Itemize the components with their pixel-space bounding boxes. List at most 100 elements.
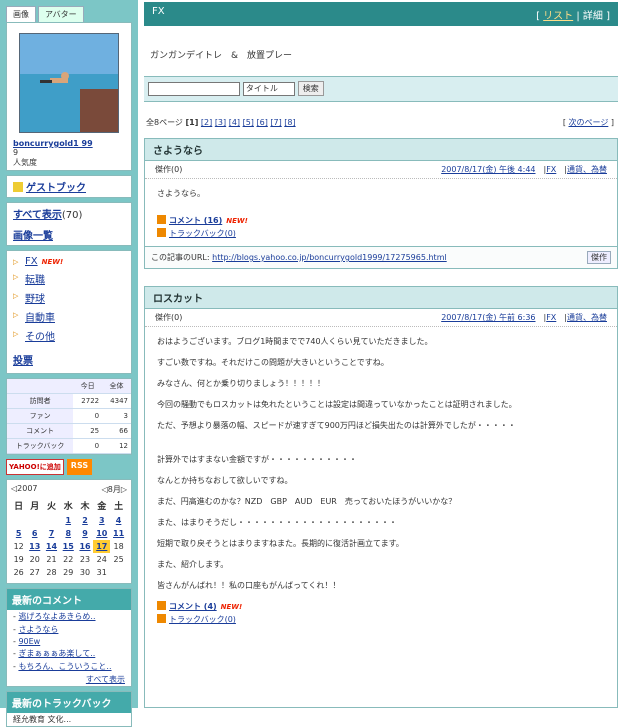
fav-count[interactable]: 傑作(0) xyxy=(155,312,182,323)
trackback-label[interactable]: トラックバック(0) xyxy=(169,615,236,624)
popularity-label: 人気度 xyxy=(13,158,37,167)
next-page-link[interactable]: 次のページ xyxy=(568,118,608,127)
calendar-day[interactable]: 11 xyxy=(110,527,127,540)
fav-button[interactable]: 傑作 xyxy=(587,251,611,264)
stats-cell: ファン xyxy=(7,408,74,424)
post-title[interactable]: ロスカット xyxy=(145,287,617,309)
cal-prev[interactable]: ◁2007 xyxy=(11,484,38,495)
calendar-day[interactable]: 2 xyxy=(77,514,94,527)
comment-label[interactable]: コメント (4) xyxy=(169,602,217,611)
calendar-day[interactable]: 6 xyxy=(26,527,43,540)
comment-item-label[interactable]: 逃げろなよあきらめ.. xyxy=(18,612,95,621)
category-label[interactable]: FX xyxy=(25,256,38,267)
image-list-label[interactable]: 画像一覧 xyxy=(13,231,53,242)
category-label[interactable]: その他 xyxy=(25,332,55,343)
post-category[interactable]: FX xyxy=(546,165,556,174)
comment-item[interactable]: - 逃げろなよあきらめ.. xyxy=(7,610,131,623)
comment-item[interactable]: - もちろん、こういうこと.. xyxy=(7,660,131,673)
trackback-label[interactable]: トラックバック(0) xyxy=(169,229,236,238)
calendar-day[interactable]: 16 xyxy=(77,540,94,553)
cal-month[interactable]: ◁8月▷ xyxy=(102,484,127,495)
category-label[interactable]: 転職 xyxy=(25,275,45,286)
recent-comments: 最新のコメント - 逃げろなよあきらめ.. - さようなら - 90Ew - ぎまぁぁ… xyxy=(6,588,132,687)
post-date[interactable]: 2007/8/17(金) 午後 4:44 xyxy=(441,165,535,174)
page-link[interactable]: [3] xyxy=(215,118,226,127)
page-title: FX xyxy=(152,6,165,17)
calendar-day[interactable]: 3 xyxy=(93,514,110,527)
detail-link[interactable]: 詳細 xyxy=(583,11,603,22)
comment-item-label[interactable]: さようなら xyxy=(18,625,58,634)
rss-button[interactable]: RSS xyxy=(66,459,93,475)
comment-item-label[interactable]: ぎまぁぁぁあ楽して.. xyxy=(18,649,95,658)
page-link[interactable]: [2] xyxy=(201,118,212,127)
post-label[interactable]: 投票 xyxy=(13,356,33,367)
post-date[interactable]: 2007/8/17(金) 午前 6:36 xyxy=(441,313,535,322)
list-link[interactable]: リスト xyxy=(543,11,573,22)
comment-item-label[interactable]: もちろん、こういうこと.. xyxy=(18,662,111,671)
show-all-label[interactable]: すべて表示 xyxy=(13,210,62,221)
username-link[interactable]: boncurrygold1 99 xyxy=(13,139,93,148)
calendar-day[interactable]: 9 xyxy=(77,527,94,540)
post-line: 計算外ではすまない金額ですが・・・・・・・・・・・ xyxy=(157,455,357,464)
calendar-day[interactable]: 13 xyxy=(26,540,43,553)
stats-box: 今日 全体 訪問者 2722 4347 ファン 0 3 コメント 25 66 トラックバック 0 12 xyxy=(6,378,132,455)
comment-link[interactable]: コメント (16) NEW! xyxy=(145,214,617,227)
page-link[interactable]: [6] xyxy=(256,118,267,127)
category-baseball[interactable]: 野球 xyxy=(7,288,131,307)
trackback-link[interactable]: トラックバック(0) xyxy=(145,227,617,240)
profile-tabs: 画像 アバター xyxy=(6,6,132,22)
image-list-link[interactable]: 画像一覧 xyxy=(7,224,131,245)
post-category2[interactable]: 通貨、為替 xyxy=(567,165,607,174)
guestbook-label[interactable]: ゲストブック xyxy=(26,183,86,194)
yahoo-add-button[interactable]: YAHOO!に追加 xyxy=(6,459,64,475)
profile-photo[interactable] xyxy=(19,33,119,133)
calendar-day[interactable]: 14 xyxy=(43,540,60,553)
calendar-day[interactable]: 7 xyxy=(43,527,60,540)
comment-item[interactable]: - ぎまぁぁぁあ楽して.. xyxy=(7,647,131,660)
category-label[interactable]: 野球 xyxy=(25,294,45,305)
post-line: すごい数ですね。それだけこの問題が大きいということですね。 xyxy=(157,358,389,367)
weekday: 土 xyxy=(114,502,124,512)
comment-label[interactable]: コメント (16) xyxy=(169,216,222,225)
search-scope-select[interactable]: タイトル xyxy=(242,81,295,96)
tb-item[interactable]: 経允教育 文化... xyxy=(7,713,131,726)
page-link[interactable]: [8] xyxy=(284,118,295,127)
calendar-day[interactable]: 4 xyxy=(110,514,127,527)
comment-item[interactable]: - 90Ew xyxy=(7,636,131,647)
category-job[interactable]: 転職 xyxy=(7,269,131,288)
guestbook-link[interactable]: ゲストブック xyxy=(7,176,131,197)
fav-count[interactable]: 傑作(0) xyxy=(155,164,182,175)
page-link[interactable]: [4] xyxy=(229,118,240,127)
weekday: 月 xyxy=(30,502,40,512)
calendar-day[interactable]: 10 xyxy=(93,527,110,540)
comment-item[interactable]: - さようなら xyxy=(7,623,131,636)
show-all-link[interactable]: すべて表示(70) xyxy=(7,203,131,224)
post-title[interactable]: さようなら xyxy=(145,139,617,161)
search-button[interactable]: 検索 xyxy=(297,81,324,96)
calendar-day[interactable]: 1 xyxy=(60,514,77,527)
show-all-comments[interactable]: すべて表示 xyxy=(86,675,125,684)
post-category[interactable]: FX xyxy=(546,313,556,322)
stats-cell: 0 xyxy=(73,408,103,424)
page-link[interactable]: [5] xyxy=(243,118,254,127)
category-other[interactable]: その他 xyxy=(7,326,131,345)
post-category2[interactable]: 通貨、為替 xyxy=(567,313,607,322)
comment-item-label[interactable]: 90Ew xyxy=(18,637,40,646)
trackback-link[interactable]: トラックバック(0) xyxy=(145,613,617,626)
tab-image[interactable]: 画像 xyxy=(6,6,36,22)
calendar-day: 21 xyxy=(46,555,57,564)
post-link[interactable]: 投票 xyxy=(7,349,131,370)
calendar-day[interactable]: 5 xyxy=(11,527,26,540)
calendar-day[interactable]: 8 xyxy=(60,527,77,540)
post-url[interactable]: http://blogs.yahoo.co.jp/boncurrygold199… xyxy=(212,253,447,262)
calendar-day[interactable]: 15 xyxy=(60,540,77,553)
category-label[interactable]: 自動車 xyxy=(25,313,55,324)
search-input[interactable] xyxy=(148,81,240,96)
page-link[interactable]: [7] xyxy=(270,118,281,127)
calendar-day[interactable]: 17 xyxy=(93,540,111,553)
comment-link[interactable]: コメント (4) NEW! xyxy=(145,600,617,613)
profile-card: boncurrygold1 99 9 人気度 xyxy=(6,22,132,171)
category-car[interactable]: 自動車 xyxy=(7,307,131,326)
tab-avatar[interactable]: アバター xyxy=(38,6,84,22)
category-fx[interactable]: FXNEW! xyxy=(7,254,131,269)
